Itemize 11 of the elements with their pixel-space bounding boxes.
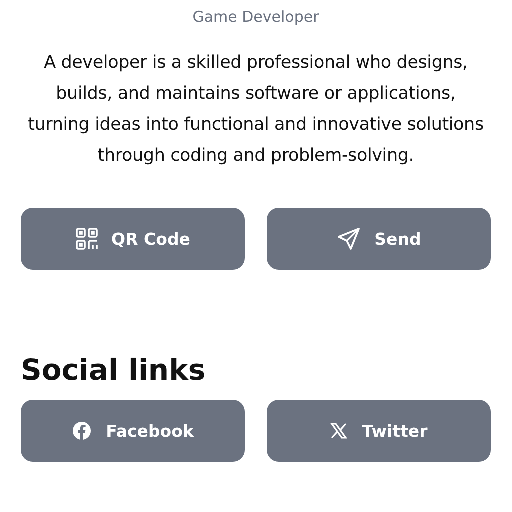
- job-title: Game Developer: [192, 7, 320, 28]
- bio-paragraph: A developer is a skilled professional who designs, builds, and maintains software or applications, turning ideas into functional and innovative solutions through coding and problem-solving.: [27, 52, 485, 168]
- paper-plane-icon: [336, 227, 361, 251]
- qr-code-button[interactable]: QR Code: [21, 208, 245, 270]
- twitter-button[interactable]: Twitter: [267, 400, 491, 462]
- facebook-button[interactable]: Facebook: [21, 400, 245, 462]
- facebook-icon: [72, 421, 92, 441]
- section-heading: Social links: [21, 352, 207, 388]
- x-logo-icon: [330, 422, 348, 440]
- qr-code-icon: [76, 228, 98, 250]
- send-button[interactable]: Send: [267, 208, 491, 270]
